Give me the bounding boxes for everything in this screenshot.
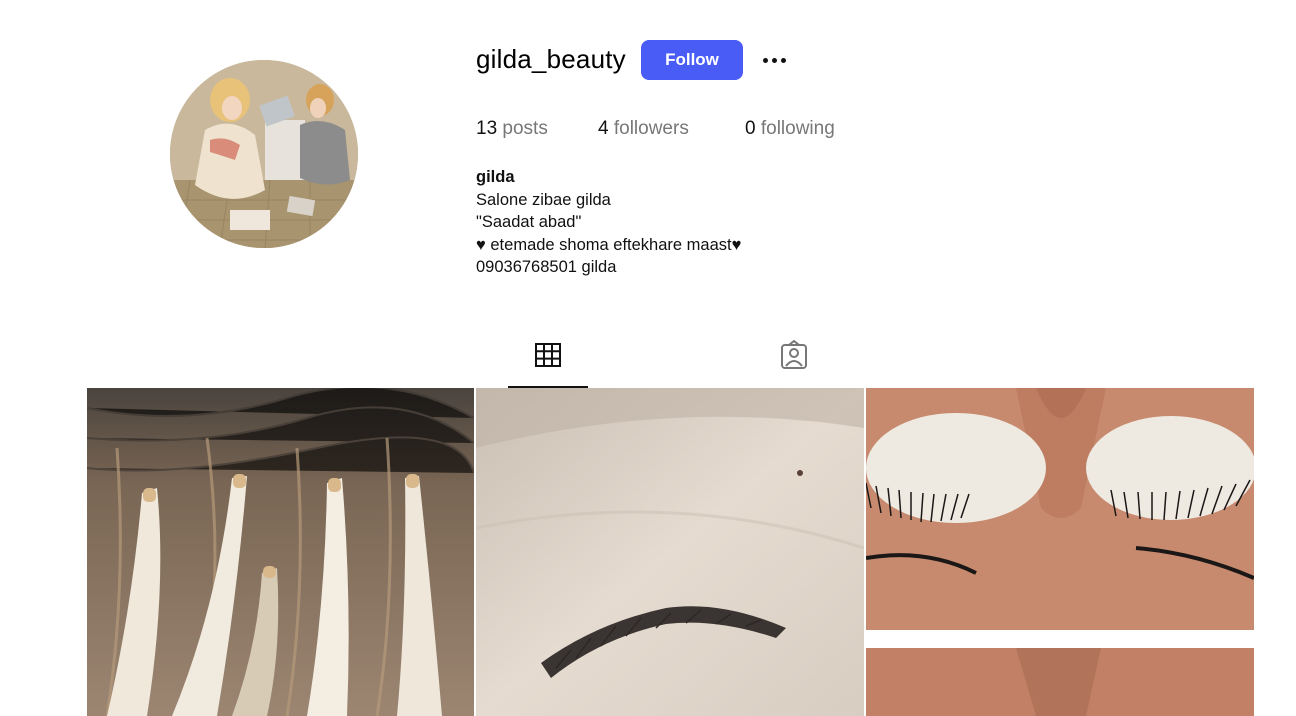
follow-button[interactable]: Follow <box>641 40 743 80</box>
avatar-image <box>170 60 358 248</box>
posts-count: 13 posts <box>476 118 598 140</box>
bio-line: "Saadat abad" <box>476 213 582 231</box>
followers-label: followers <box>613 118 689 139</box>
tab-tagged[interactable] <box>754 340 834 386</box>
posts-label: posts <box>502 118 548 139</box>
grid-icon <box>535 343 561 367</box>
dot <box>762 57 768 63</box>
followers-link[interactable]: 4 followers <box>598 118 745 140</box>
avatar[interactable] <box>170 60 358 248</box>
following-link[interactable]: 0 following <box>745 118 835 140</box>
bio-line: ♥ etemade shoma eftekhare maast♥ <box>476 235 742 254</box>
post-eyebrow[interactable] <box>476 388 864 716</box>
bio-line: 09036768501 gilda <box>476 258 617 276</box>
tagged-user-icon <box>781 340 807 369</box>
followers-number: 4 <box>598 118 609 139</box>
profile-stats: 13 posts 4 followers 0 following <box>476 118 835 140</box>
profile-page: gilda_beauty Follow 13 posts 4 followers… <box>0 0 1296 716</box>
dot <box>771 57 777 63</box>
post-image <box>476 388 864 716</box>
username: gilda_beauty <box>476 44 626 74</box>
tab-posts-grid[interactable] <box>508 340 588 388</box>
post-image <box>866 388 1254 716</box>
post-eyelashes[interactable] <box>866 388 1254 716</box>
posts-number: 13 <box>476 118 498 139</box>
bio-line: Salone zibae gilda <box>476 190 611 209</box>
full-name: gilda <box>476 168 515 186</box>
dot <box>780 57 786 63</box>
more-options-icon[interactable] <box>756 46 792 74</box>
following-label: following <box>760 118 835 139</box>
post-hair-extensions[interactable] <box>87 388 474 716</box>
profile-bio: gilda Salone zibae gilda "Saadat abad" ♥… <box>476 166 741 279</box>
following-number: 0 <box>745 118 756 139</box>
post-image <box>87 388 474 716</box>
